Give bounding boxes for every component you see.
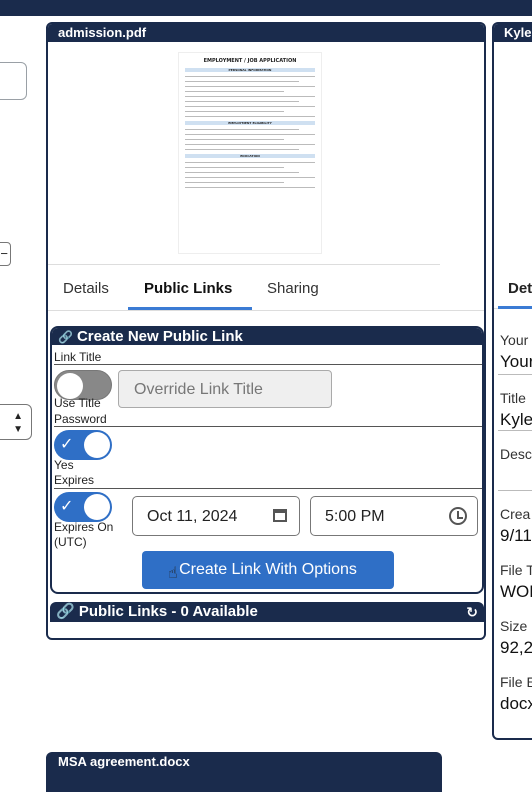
active-tab-indicator: [128, 307, 252, 310]
utc-label: (UTC): [54, 535, 87, 549]
preview-section-eligibility: EMPLOYMENT ELIGIBILITY: [185, 121, 315, 125]
public-links-count: Public Links - 0 Available: [78, 603, 258, 620]
tab-details[interactable]: Det: [508, 280, 532, 297]
public-links-header: 🔗 Public Links - 0 Available ↻: [50, 602, 484, 622]
preview-section-education: EDUCATION: [185, 154, 315, 158]
preview-doc-title: EMPLOYMENT / JOB APPLICATION: [203, 58, 297, 64]
document-preview[interactable]: EMPLOYMENT / JOB APPLICATION PERSONAL IN…: [48, 42, 440, 265]
field-label: Crea: [500, 506, 531, 522]
active-tab-indicator: [498, 306, 532, 309]
refresh-icon[interactable]: ↻: [466, 602, 478, 622]
field-value[interactable]: Your: [500, 352, 532, 372]
use-title-label: Use Title: [54, 396, 101, 410]
field-label: Title: [500, 390, 526, 406]
link-title-label: Link Title: [54, 350, 102, 364]
calendar-icon[interactable]: [273, 509, 287, 522]
preview-page: EMPLOYMENT / JOB APPLICATION PERSONAL IN…: [178, 52, 322, 254]
create-link-button[interactable]: Create Link With Options: [142, 551, 394, 589]
file-card-admission: admission.pdf EMPLOYMENT / JOB APPLICATI…: [46, 22, 486, 640]
preview-section-personal: PERSONAL INFORMATION: [185, 68, 315, 72]
sort-spinner[interactable]: ▲ ▼: [0, 404, 32, 440]
left-partial-input[interactable]: [0, 62, 27, 100]
field-label: File E: [500, 674, 532, 690]
override-link-title-input[interactable]: Override Link Title: [118, 370, 332, 408]
field-label: Size: [500, 618, 528, 634]
tab-details[interactable]: Details: [63, 280, 109, 297]
file-card-title: admission.pdf: [48, 24, 484, 42]
expiry-time-input[interactable]: 5:00 PM: [310, 496, 478, 536]
clock-icon[interactable]: [449, 507, 467, 525]
hand-cursor-icon: ☝: [168, 565, 178, 582]
create-link-title: Create New Public Link: [76, 328, 243, 345]
link-icon: 🔗: [56, 603, 79, 620]
file-card-kyle: Kyle Det Your Your Title Kyle Desc Crea …: [492, 22, 532, 740]
link-icon: 🔗: [58, 330, 73, 344]
collapse-button[interactable]: −: [0, 242, 11, 266]
top-nav-bar: [0, 0, 532, 16]
field-value: 9/11,: [500, 526, 532, 545]
field-value: docx: [500, 694, 532, 713]
expires-toggle[interactable]: ✓: [54, 492, 112, 522]
expires-label: Expires: [54, 473, 95, 487]
file-card-title: Kyle: [494, 24, 532, 42]
password-toggle[interactable]: ✓: [54, 430, 112, 460]
create-link-header: 🔗 Create New Public Link: [52, 328, 482, 345]
file-tabs: Details Public Links Sharing: [48, 272, 484, 311]
tab-sharing[interactable]: Sharing: [267, 280, 319, 297]
check-icon: ✓: [60, 436, 74, 453]
password-label: Password: [54, 412, 107, 426]
file-card-msa: MSA agreement.docx: [46, 752, 442, 792]
field-value: WOR: [500, 582, 532, 601]
create-link-panel: 🔗 Create New Public Link Link Title Overr…: [50, 326, 484, 594]
password-yes-label: Yes: [54, 458, 74, 472]
field-label: Your: [500, 332, 529, 348]
field-value[interactable]: Kyle: [500, 410, 532, 430]
field-value: 92,2: [500, 638, 532, 657]
file-card-title: MSA agreement.docx: [58, 754, 190, 769]
check-icon: ✓: [60, 498, 74, 515]
field-label: Desc: [500, 446, 532, 462]
field-label: File T: [500, 562, 532, 578]
expires-on-label: Expires On: [54, 520, 114, 534]
expiry-date-input[interactable]: Oct 11, 2024: [132, 496, 300, 536]
tab-public-links[interactable]: Public Links: [144, 280, 232, 297]
